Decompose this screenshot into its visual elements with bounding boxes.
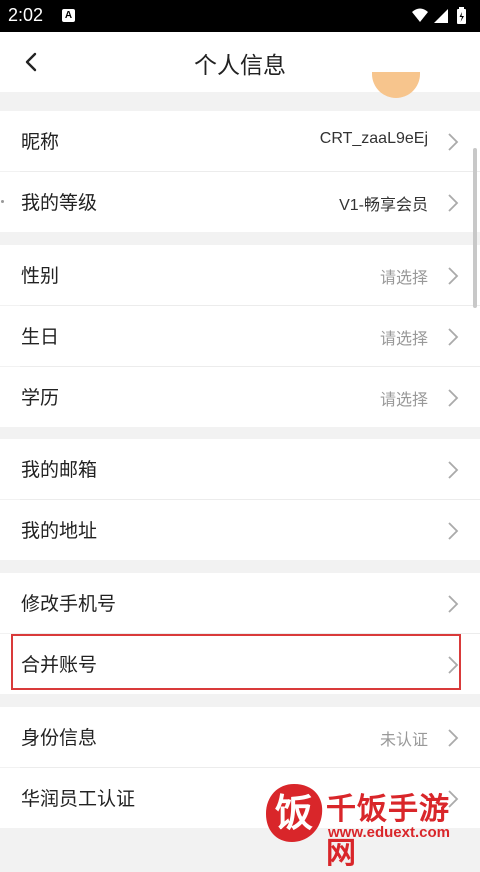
row-value: 请选择 — [379, 329, 428, 348]
row-address[interactable]: 我的地址 — [0, 500, 480, 560]
row-label: 生日 — [21, 326, 60, 348]
row-value: 请选择 — [379, 268, 428, 287]
row-label: 修改手机号 — [21, 593, 117, 615]
chevron-right-icon — [448, 595, 459, 613]
watermark-logo-char: 饭 — [275, 791, 313, 835]
avatar[interactable] — [372, 72, 420, 98]
row-education[interactable]: 学历 请选择 — [0, 367, 480, 427]
chevron-right-icon — [448, 267, 459, 285]
chevron-right-icon — [448, 194, 459, 212]
row-label: 身份信息 — [21, 727, 98, 749]
row-nickname[interactable]: 昵称 CRT_zaaL9eEj — [0, 111, 480, 171]
row-level[interactable]: 我的等级 V1-畅享会员 — [0, 172, 480, 232]
row-birthday[interactable]: 生日 请选择 — [0, 306, 480, 366]
row-email[interactable]: 我的邮箱 — [0, 439, 480, 499]
row-label: 学历 — [21, 387, 60, 409]
watermark: 饭 千饭手游网 www.eduext.com — [262, 780, 472, 871]
row-value: 未认证 — [379, 730, 428, 749]
row-change-phone[interactable]: 修改手机号 — [0, 573, 480, 633]
edge-dot — [1, 200, 4, 203]
status-time: 2:02 — [8, 5, 44, 25]
row-value: CRT_zaaL9eEj — [319, 130, 428, 147]
status-icons — [412, 7, 466, 24]
row-label: 我的邮箱 — [21, 459, 98, 481]
chevron-right-icon — [448, 729, 459, 747]
row-gender[interactable]: 性别 请选择 — [0, 245, 480, 305]
watermark-url: www.eduext.com — [328, 824, 450, 841]
row-label: 性别 — [21, 265, 60, 287]
chevron-right-icon — [448, 522, 459, 540]
row-value: 请选择 — [379, 390, 428, 409]
row-label: 华润员工认证 — [21, 788, 136, 810]
wifi-icon — [412, 8, 428, 22]
row-label: 我的等级 — [21, 192, 98, 214]
chevron-right-icon — [448, 328, 459, 346]
row-label: 昵称 — [21, 131, 60, 153]
highlight-box — [11, 634, 461, 690]
chevron-right-icon — [448, 461, 459, 479]
row-label: 我的地址 — [21, 520, 98, 542]
notification-icon: A — [62, 9, 75, 22]
signal-icon — [434, 9, 448, 23]
chevron-right-icon — [448, 389, 459, 407]
row-value: V1-畅享会员 — [339, 197, 428, 214]
row-identity[interactable]: 身份信息 未认证 — [0, 707, 480, 767]
watermark-logo: 饭 — [266, 784, 323, 842]
chevron-right-icon — [448, 133, 459, 151]
scrollbar[interactable] — [473, 148, 477, 308]
status-bar: 2:02 A — [0, 0, 480, 32]
